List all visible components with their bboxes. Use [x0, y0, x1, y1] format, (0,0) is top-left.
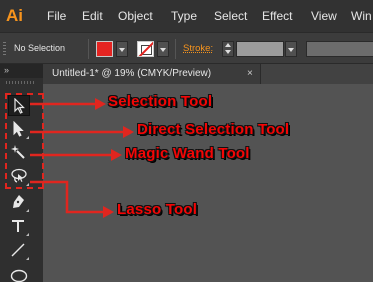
connector-lasso [30, 180, 104, 214]
annotation-label-magic-wand: Magic Wand Tool [125, 145, 250, 162]
arrowhead [111, 149, 122, 161]
arrowhead [123, 126, 134, 138]
annotation-label-selection: Selection Tool [108, 93, 213, 110]
annotation-connectors [30, 98, 134, 218]
annotation-label-lasso: Lasso Tool [117, 201, 198, 218]
annotation-label-direct-selection: Direct Selection Tool [137, 121, 290, 138]
arrowhead [95, 98, 106, 110]
arrowhead [103, 206, 114, 218]
